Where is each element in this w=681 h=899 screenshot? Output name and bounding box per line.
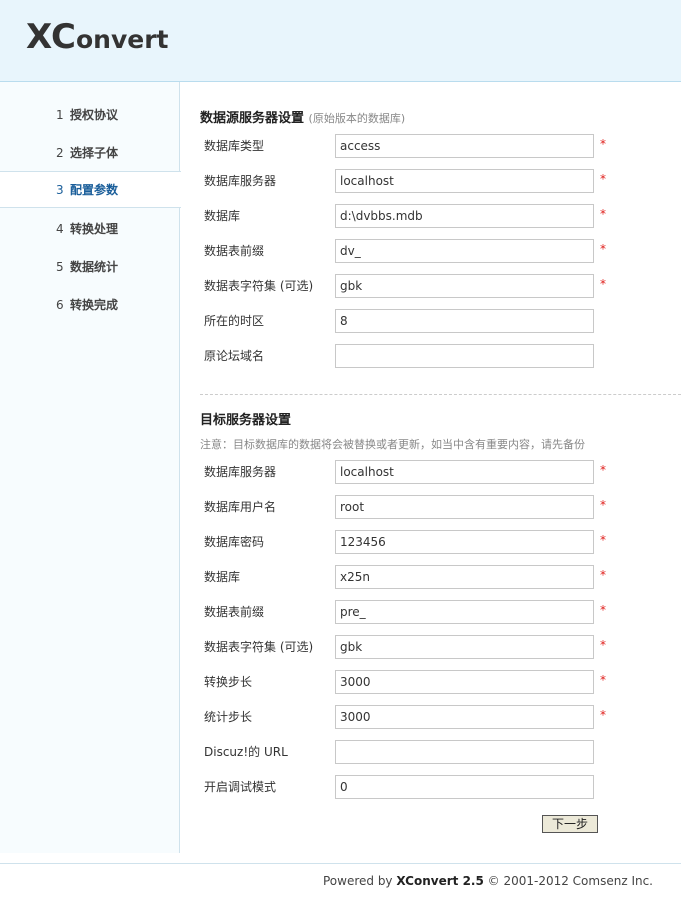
required-marker: * (600, 137, 606, 151)
source-section-subtitle: (原始版本的数据库) (308, 112, 406, 125)
target-db-server-input[interactable] (335, 460, 594, 484)
required-marker: * (600, 533, 606, 547)
target-field-discuz-url: Discuz!的 URL (200, 740, 660, 775)
step-item-config[interactable]: 3 配置参数 (0, 171, 181, 208)
step-number: 3 (56, 183, 64, 197)
source-field-charset: 数据表字符集 (可选) * (200, 274, 660, 309)
field-label: 数据库 (204, 209, 241, 223)
source-field-domain: 原论坛域名 (200, 344, 660, 379)
source-field-db-name: 数据库 * (200, 204, 660, 239)
target-field-db-name: 数据库 * (200, 565, 660, 600)
required-marker: * (600, 242, 606, 256)
target-db-name-input[interactable] (335, 565, 594, 589)
step-item-license[interactable]: 1 授权协议 (0, 96, 180, 134)
field-label: Discuz!的 URL (204, 745, 288, 759)
target-warning-note: 注意：目标数据库的数据将会被替换或者更新，如当中含有重要内容，请先备份 (200, 438, 585, 451)
target-field-debug-mode: 开启调试模式 (200, 775, 660, 810)
target-table-prefix-input[interactable] (335, 600, 594, 624)
step-number: 6 (56, 298, 64, 312)
footer: Powered by XConvert 2.5 © 2001-2012 Coms… (322, 874, 653, 888)
required-marker: * (600, 207, 606, 221)
step-item-select[interactable]: 2 选择子体 (0, 134, 180, 173)
field-label: 原论坛域名 (204, 349, 265, 363)
footer-product: XConvert 2.5 (396, 874, 484, 888)
field-label: 所在的时区 (204, 314, 265, 328)
required-marker: * (600, 708, 606, 722)
source-table-prefix-input[interactable] (335, 239, 594, 263)
field-label: 数据库 (204, 570, 241, 584)
field-label: 数据库用户名 (204, 500, 277, 514)
source-field-table-prefix: 数据表前缀 * (200, 239, 660, 274)
source-charset-input[interactable] (335, 274, 594, 298)
step-label: 数据统计 (70, 260, 119, 274)
source-field-timezone: 所在的时区 (200, 309, 660, 344)
step-item-process[interactable]: 4 转换处理 (0, 210, 180, 248)
target-db-user-input[interactable] (335, 495, 594, 519)
step-number: 5 (56, 260, 64, 274)
field-label: 数据库密码 (204, 535, 265, 549)
required-marker: * (600, 638, 606, 652)
step-number: 2 (56, 146, 64, 160)
field-label: 数据库服务器 (204, 465, 277, 479)
field-label: 数据表字符集 (可选) (204, 640, 314, 654)
field-label: 数据库服务器 (204, 174, 277, 188)
step-label: 选择子体 (70, 146, 119, 160)
target-field-db-server: 数据库服务器 * (200, 460, 660, 495)
xconvert-logo: XConvert (26, 17, 169, 57)
step-number: 4 (56, 222, 64, 236)
field-label: 转换步长 (204, 675, 253, 689)
section-divider (200, 394, 681, 395)
target-field-table-prefix: 数据表前缀 * (200, 600, 660, 635)
required-marker: * (600, 172, 606, 186)
required-marker: * (600, 277, 606, 291)
target-field-db-password: 数据库密码 * (200, 530, 660, 565)
target-field-charset: 数据表字符集 (可选) * (200, 635, 660, 670)
target-db-password-input[interactable] (335, 530, 594, 554)
footer-divider (0, 863, 681, 864)
required-marker: * (600, 568, 606, 582)
field-label: 数据库类型 (204, 139, 265, 153)
required-marker: * (600, 498, 606, 512)
field-label: 数据表前缀 (204, 605, 265, 619)
target-debug-mode-input[interactable] (335, 775, 594, 799)
target-section-title: 目标服务器设置 (200, 413, 292, 428)
source-db-type-input[interactable] (335, 134, 594, 158)
source-field-db-server: 数据库服务器 * (200, 169, 660, 204)
source-domain-input[interactable] (335, 344, 594, 368)
next-step-button[interactable]: 下一步 (542, 815, 598, 833)
source-db-name-input[interactable] (335, 204, 594, 228)
field-label: 统计步长 (204, 710, 253, 724)
step-label: 转换处理 (70, 222, 119, 236)
source-db-server-input[interactable] (335, 169, 594, 193)
step-item-complete[interactable]: 6 转换完成 (0, 286, 180, 324)
step-label: 配置参数 (70, 183, 119, 197)
target-stats-step-input[interactable] (335, 705, 594, 729)
source-field-db-type: 数据库类型 * (200, 134, 660, 169)
target-field-db-user: 数据库用户名 * (200, 495, 660, 530)
target-charset-input[interactable] (335, 635, 594, 659)
source-timezone-input[interactable] (335, 309, 594, 333)
step-item-stats[interactable]: 5 数据统计 (0, 248, 180, 286)
step-sidebar: 1 授权协议 2 选择子体 3 配置参数 4 转换处理 5 数据统计 6 转换完… (0, 82, 181, 853)
target-discuz-url-input[interactable] (335, 740, 594, 764)
required-marker: * (600, 673, 606, 687)
field-label: 数据表字符集 (可选) (204, 279, 314, 293)
field-label: 开启调试模式 (204, 780, 277, 794)
target-convert-step-input[interactable] (335, 670, 594, 694)
source-section-title: 数据源服务器设置 (原始版本的数据库) (200, 111, 406, 126)
step-label: 授权协议 (70, 108, 119, 122)
step-label: 转换完成 (70, 298, 119, 312)
step-number: 1 (56, 108, 64, 122)
header: XConvert (0, 0, 681, 82)
required-marker: * (600, 603, 606, 617)
target-field-convert-step: 转换步长 * (200, 670, 660, 705)
target-field-stats-step: 统计步长 * (200, 705, 660, 740)
required-marker: * (600, 463, 606, 477)
field-label: 数据表前缀 (204, 244, 265, 258)
